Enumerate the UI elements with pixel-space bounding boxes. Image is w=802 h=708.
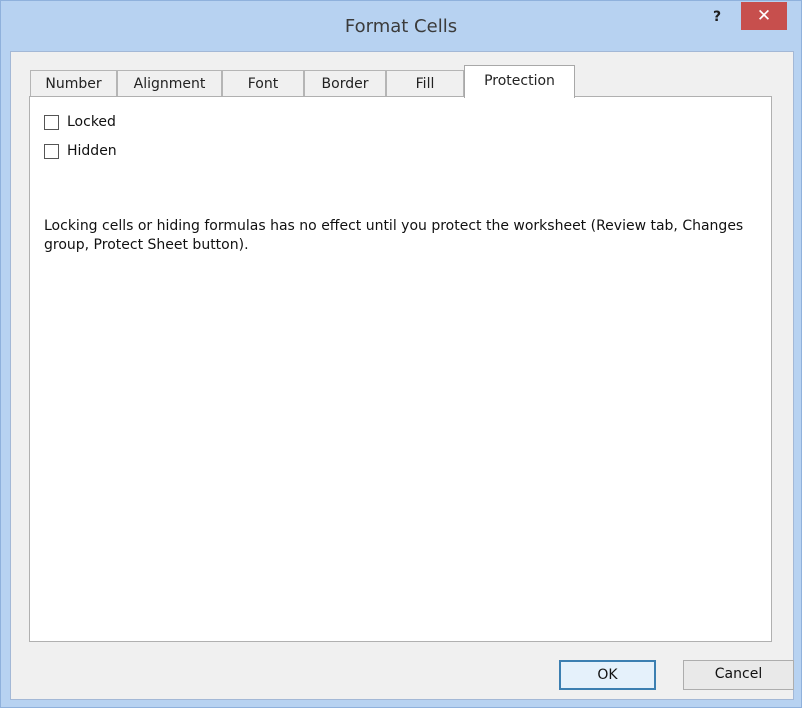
tab-alignment[interactable]: Alignment (117, 70, 222, 97)
dialog-title: Format Cells (344, 16, 458, 37)
protection-note: Locking cells or hiding formulas has no … (44, 218, 744, 253)
hidden-checkbox[interactable] (44, 143, 59, 159)
close-icon[interactable]: ✕ (741, 2, 787, 30)
locked-label[interactable]: Locked (67, 114, 116, 130)
tab-border[interactable]: Border (304, 70, 386, 97)
locked-checkbox[interactable] (44, 114, 59, 130)
title-bar[interactable]: Format Cells ? ✕ (1, 1, 801, 51)
hidden-label[interactable]: Hidden (67, 143, 117, 159)
dialog-body: Number Alignment Font Border Fill Protec… (10, 51, 794, 700)
hidden-option[interactable]: Hidden (44, 141, 117, 161)
help-icon[interactable]: ? (703, 6, 731, 28)
tab-protection[interactable]: Protection (464, 65, 575, 98)
format-cells-dialog: Format Cells ? ✕ Number Alignment Font B… (0, 0, 802, 708)
protection-panel: Locked Hidden Locking cells or hiding fo… (29, 96, 772, 642)
tab-font[interactable]: Font (222, 70, 304, 97)
tab-fill[interactable]: Fill (386, 70, 464, 97)
tab-number[interactable]: Number (30, 70, 117, 97)
cancel-button[interactable]: Cancel (683, 660, 794, 690)
ok-button[interactable]: OK (559, 660, 656, 690)
locked-option[interactable]: Locked (44, 112, 116, 132)
